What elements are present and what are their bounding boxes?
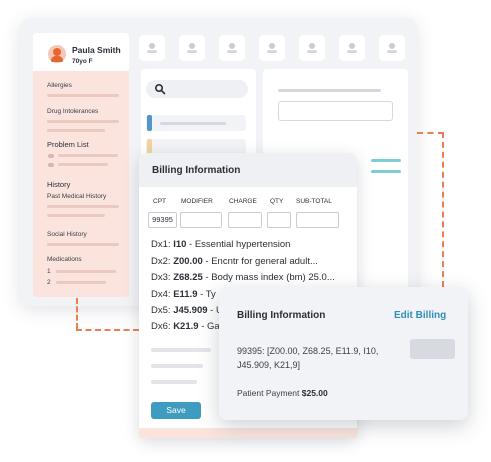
column-header-cpt: CPT (153, 198, 166, 205)
diagnosis-line: Dx3: Z68.25 - Body mass index (bm) 25.0.… (151, 272, 335, 283)
section-allergies[interactable]: Allergies (47, 82, 72, 89)
patient-payment: Patient Payment $25.00 (237, 388, 328, 398)
placeholder-line (151, 348, 211, 352)
diagnosis-line: Dx2: Z00.00 - Encntr for general adult..… (151, 256, 318, 267)
panel-footer (139, 428, 357, 438)
qty-field[interactable] (267, 212, 291, 228)
placeholder-line (56, 270, 116, 273)
charge-field[interactable] (228, 212, 262, 228)
toolbar-icon-7[interactable] (379, 35, 405, 61)
placeholder-line (56, 281, 106, 284)
placeholder-line (151, 380, 197, 384)
placeholder-line (47, 129, 105, 132)
diagnosis-line: Dx6: K21.9 - Ga (151, 321, 220, 332)
column-header-charge: CHARGE (229, 198, 257, 205)
toolbar-icon-1[interactable] (139, 35, 165, 61)
diagnosis-line: Dx4: E11.9 - Ty (151, 289, 216, 300)
accent-line (371, 170, 401, 173)
placeholder-line (47, 94, 119, 97)
section-problem-list[interactable]: Problem List (47, 140, 89, 149)
placeholder-line (47, 120, 119, 123)
connector-line (417, 132, 444, 134)
patient-age-sex: 70yo F (72, 58, 93, 65)
detail-input[interactable] (278, 101, 393, 121)
section-medications[interactable]: Medications (47, 256, 82, 263)
billing-form-title: Billing Information (152, 165, 241, 176)
toolbar-icon-4[interactable] (259, 35, 285, 61)
section-drug-intolerances[interactable]: Drug Intolerances (47, 108, 98, 115)
search-icon (154, 83, 166, 95)
placeholder-line (47, 214, 105, 217)
edit-billing-link[interactable]: Edit Billing (394, 310, 446, 321)
column-header-qty: QTY (270, 198, 284, 205)
diagnosis-line: Dx1: I10 - Essential hypertension (151, 239, 291, 250)
placeholder-line (151, 364, 203, 368)
cpt-field[interactable]: 99395 (148, 212, 177, 228)
list-bullet (48, 154, 54, 158)
user-avatar-icon (48, 45, 66, 63)
billing-codes: 99395: [Z00.00, Z68.25, E11.9, I10, J45.… (237, 346, 379, 370)
placeholder-line (47, 243, 119, 246)
list-bullet (48, 163, 54, 167)
placeholder-line (160, 122, 226, 125)
medication-number-2: 2 (47, 279, 51, 286)
diagnosis-line: Dx5: J45.909 - Un (151, 305, 228, 316)
medication-number-1: 1 (47, 268, 51, 275)
accent-line (371, 159, 401, 162)
connector-line (76, 298, 78, 329)
section-social-history[interactable]: Social History (47, 231, 87, 238)
subtotal-field[interactable] (296, 212, 339, 228)
placeholder-line (58, 163, 108, 166)
toolbar-icon-5[interactable] (299, 35, 325, 61)
column-header-subtotal: SUB-TOTAL (296, 198, 332, 205)
column-header-modifier: MODIFIER (181, 198, 213, 205)
toolbar-icon-2[interactable] (179, 35, 205, 61)
placeholder-line (278, 89, 381, 92)
list-item-marker (147, 115, 152, 131)
connector-line (442, 132, 444, 287)
placeholder-line (58, 154, 118, 157)
section-history[interactable]: History (47, 180, 70, 189)
save-button[interactable]: Save (151, 402, 201, 419)
patient-name: Paula Smith (72, 45, 121, 55)
section-past-medical-history[interactable]: Past Medical History (47, 193, 106, 200)
amount-chip (410, 339, 455, 359)
placeholder-line (47, 205, 119, 208)
connector-line (76, 329, 139, 331)
toolbar-icon-3[interactable] (219, 35, 245, 61)
summary-title: Billing Information (237, 310, 326, 321)
modifier-field[interactable] (180, 212, 222, 228)
toolbar-icon-6[interactable] (339, 35, 365, 61)
